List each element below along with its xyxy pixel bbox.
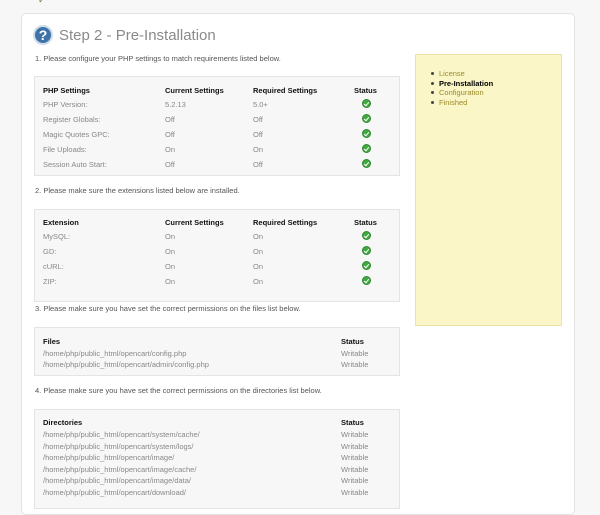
current-value: 5.2.13 [165, 100, 186, 109]
required-value: Off [253, 160, 263, 169]
page-title: Step 2 - Pre-Installation [59, 26, 216, 44]
directory-status: Writable [341, 430, 369, 439]
php-instruction: 1. Please configure your PHP settings to… [35, 54, 281, 63]
files-table: Files Status /home/php/public_html/openc… [34, 327, 400, 376]
file-path: /home/php/public_html/opencart/config.ph… [43, 349, 187, 358]
required-value: On [253, 232, 264, 241]
col-header: Status [354, 86, 377, 95]
check-circle-icon [362, 99, 371, 108]
step-configuration: Configuration [430, 88, 493, 98]
required-value: On [253, 247, 264, 256]
check-circle-icon [362, 144, 371, 153]
directory-path: /home/php/public_html/opencart/download/ [43, 487, 187, 497]
current-value: Off [165, 115, 175, 124]
directory-path: /home/php/public_html/opencart/image/ [43, 453, 175, 462]
step-license: License [430, 69, 493, 79]
col-header: PHP Settings [43, 86, 90, 95]
check-circle-icon [362, 276, 371, 285]
current-value: On [165, 145, 176, 154]
main-panel: ? Step 2 - Pre-Installation 1. Please co… [21, 13, 575, 515]
step-pre-installation: Pre-Installation [430, 78, 494, 88]
check-circle-icon [362, 261, 371, 270]
required-value: On [253, 262, 264, 271]
setting-name: Register Globals: [43, 115, 101, 124]
directory-path: /home/php/public_html/opencart/system/lo… [43, 441, 194, 451]
check-circle-icon [362, 159, 371, 168]
directory-status: Writable [341, 441, 369, 451]
setting-name: Session Auto Start: [43, 160, 107, 169]
required-value: Off [253, 115, 263, 124]
directory-path: /home/php/public_html/opencart/system/ca… [43, 430, 200, 439]
check-circle-icon [362, 114, 371, 123]
col-header: Required Settings [253, 86, 318, 95]
directory-status: Writable [341, 464, 369, 474]
directory-path: /home/php/public_html/opencart/image/dat… [43, 476, 192, 485]
current-value: On [165, 232, 176, 241]
check-circle-icon [362, 129, 371, 138]
setting-name: File Uploads: [43, 145, 87, 154]
col-header: Current Settings [165, 218, 224, 227]
directory-status: Writable [341, 487, 369, 497]
directory-status: Writable [341, 453, 369, 462]
steps-list: License Pre-Installation Configuration F… [430, 69, 494, 108]
php-settings-table: PHP Settings Current Settings Required S… [34, 76, 400, 176]
required-value: On [253, 145, 264, 154]
directories-table: Directories Status /home/php/public_html… [34, 409, 400, 509]
directories-instruction: 4. Please make sure you have set the cor… [35, 386, 322, 395]
current-value: Off [165, 130, 175, 139]
file-path: /home/php/public_html/opencart/admin/con… [43, 360, 209, 369]
file-status: Writable [341, 349, 369, 358]
current-value: On [165, 262, 176, 271]
question-icon: ? [33, 25, 53, 45]
extensions-instruction: 2. Please make sure the extensions liste… [35, 186, 240, 195]
extension-name: MySQL: [43, 232, 71, 241]
current-value: On [165, 247, 176, 256]
extension-name: ZIP: [43, 277, 57, 286]
step-finished: Finished [430, 98, 493, 108]
logo-fragment: ✓ [38, 0, 46, 5]
col-header: Status [341, 337, 364, 346]
files-instruction: 3. Please make sure you have set the cor… [35, 304, 301, 313]
directory-status: Writable [341, 476, 369, 485]
current-value: Off [165, 160, 175, 169]
file-status: Writable [341, 360, 369, 369]
col-header: Files [43, 337, 61, 346]
col-header: Status [341, 418, 364, 427]
steps-sidebar: License Pre-Installation Configuration F… [415, 54, 562, 326]
directory-path: /home/php/public_html/opencart/image/cac… [43, 464, 197, 474]
page-heading: ? Step 2 - Pre-Installation [33, 22, 216, 48]
required-value: On [253, 277, 264, 286]
extension-name: cURL: [43, 262, 64, 271]
col-header: Extension [43, 218, 79, 227]
current-value: On [165, 277, 176, 286]
col-header: Directories [43, 418, 83, 427]
check-circle-icon [362, 246, 371, 255]
col-header: Current Settings [165, 86, 224, 95]
col-header: Status [354, 218, 377, 227]
extensions-table: Extension Current Settings Required Sett… [34, 209, 400, 302]
setting-name: Magic Quotes GPC: [43, 130, 110, 139]
extension-name: GD: [43, 247, 57, 256]
check-circle-icon [362, 231, 371, 240]
col-header: Required Settings [253, 218, 318, 227]
required-value: 5.0+ [253, 100, 268, 109]
required-value: Off [253, 130, 263, 139]
setting-name: PHP Version: [43, 100, 88, 109]
